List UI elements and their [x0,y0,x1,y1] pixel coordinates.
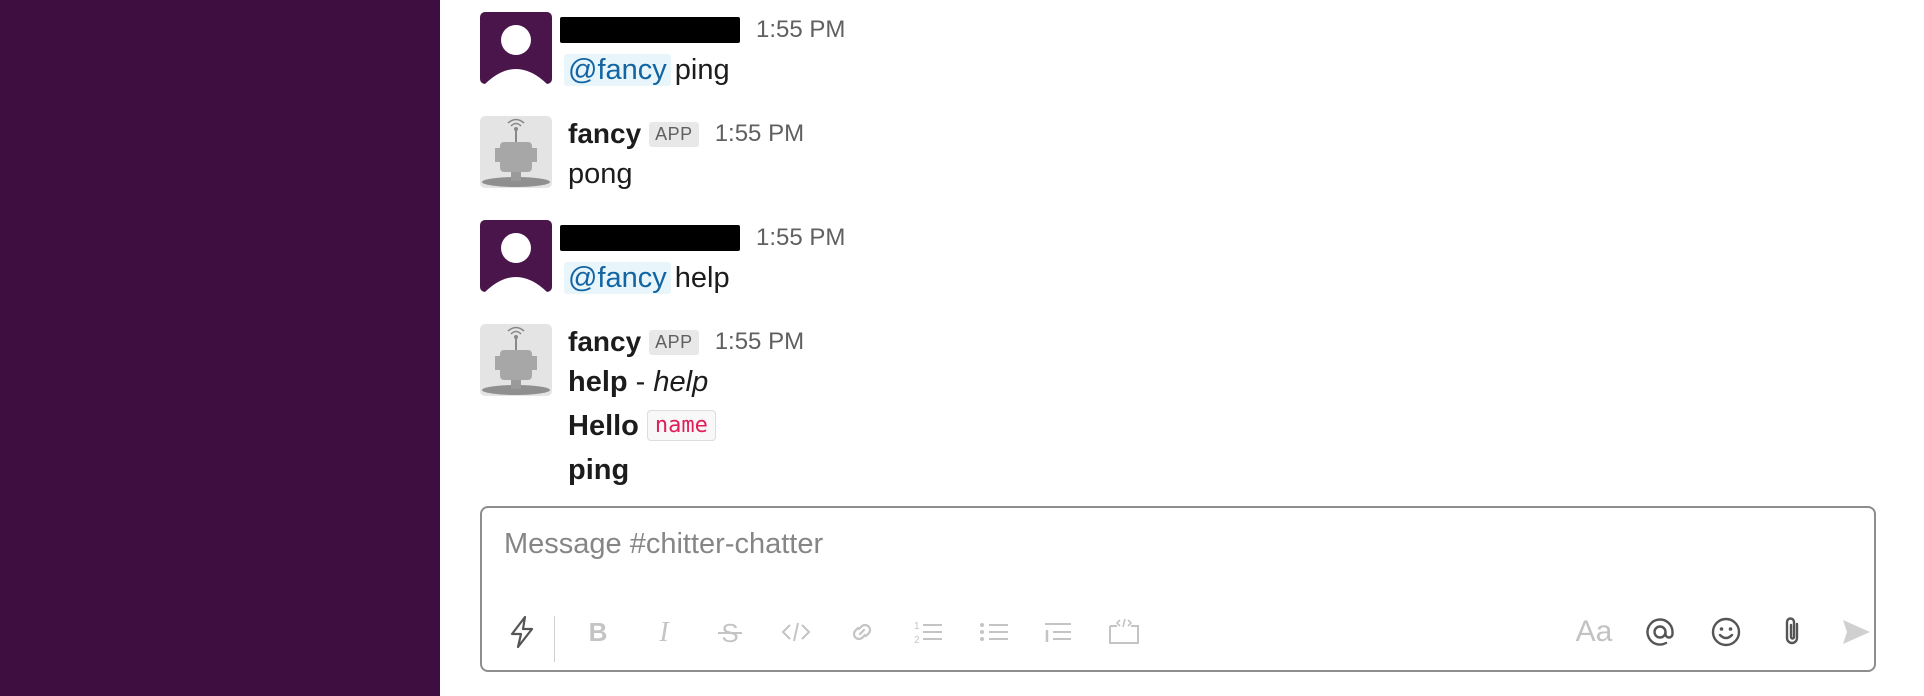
message-composer[interactable]: Message #chitter-chatter B I S 12 Aa [480,506,1876,672]
timestamp[interactable]: 1:55 PM [756,224,845,252]
redacted-sender-name [560,17,740,43]
toolbar-divider [554,616,555,662]
user-mention[interactable]: @fancy [564,54,671,86]
emoji-icon[interactable] [1706,612,1746,652]
separator-text: - [627,366,654,398]
bulleted-list-icon[interactable] [974,612,1014,652]
message-pane: 1:55 PM @fancy ping fancy APP 1:55 PM pon… [440,0,1924,696]
italic-icon[interactable]: I [644,612,684,652]
svg-text:1: 1 [914,621,920,632]
svg-text:2: 2 [914,635,920,646]
code-block-icon[interactable] [1104,612,1144,652]
command-name: ping [568,454,630,486]
hello-line: Hello name [568,404,804,448]
app-badge: APP [649,329,699,355]
attachment-icon[interactable] [1772,612,1812,652]
message-text: help [674,262,730,294]
sender-name[interactable]: fancy [568,118,641,150]
code-icon[interactable] [776,612,816,652]
user-mention[interactable]: @fancy [564,262,671,294]
command-name: Hello [568,410,639,442]
timestamp[interactable]: 1:55 PM [756,16,845,44]
timestamp[interactable]: 1:55 PM [715,120,804,148]
app-badge: APP [649,121,699,147]
redacted-sender-name [560,225,740,251]
sidebar [0,0,440,696]
mention-icon[interactable] [1640,612,1680,652]
help-line: help - help [568,360,804,404]
bot-avatar[interactable] [480,324,552,396]
command-name: help [568,366,628,398]
avatar[interactable] [480,12,552,84]
composer-toolbar: B I S 12 Aa [482,596,1874,670]
link-icon[interactable] [842,612,882,652]
command-description: help [653,366,709,398]
svg-text:B: B [589,617,608,647]
message-input[interactable]: Message #chitter-chatter [504,528,823,561]
blockquote-icon[interactable] [1038,612,1078,652]
shortcuts-icon[interactable] [502,612,542,652]
inline-code: name [646,410,716,441]
bold-icon[interactable]: B [578,612,618,652]
bot-avatar[interactable] [480,116,552,188]
sender-name[interactable]: fancy [568,326,641,358]
strikethrough-icon[interactable]: S [710,612,750,652]
message-text: ping [674,54,730,86]
ping-line: ping [568,448,804,492]
svg-text:I: I [658,617,670,647]
format-toggle-icon[interactable]: Aa [1574,612,1614,652]
message-text: pong [568,158,633,190]
timestamp[interactable]: 1:55 PM [715,328,804,356]
send-icon[interactable] [1836,612,1876,652]
avatar[interactable] [480,220,552,292]
ordered-list-icon[interactable]: 12 [908,612,948,652]
